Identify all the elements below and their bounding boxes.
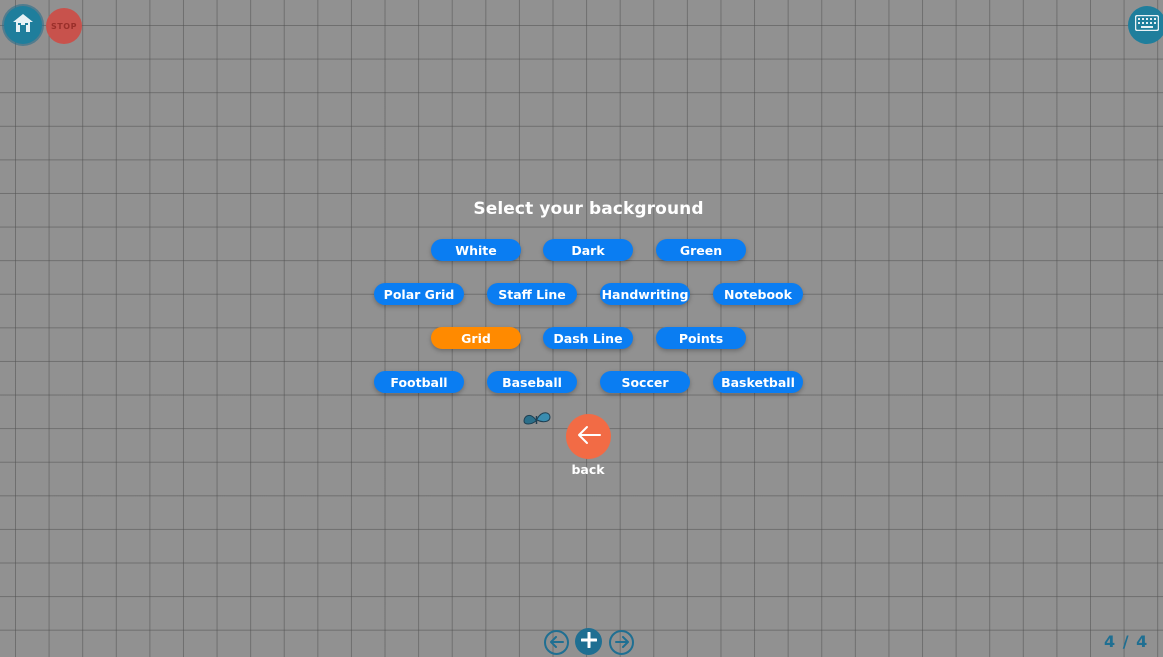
arrow-right-icon	[614, 633, 629, 652]
back-button[interactable]	[566, 414, 611, 459]
bg-option-notebook[interactable]: Notebook	[713, 283, 803, 305]
page-counter: 4 / 4	[1104, 632, 1149, 651]
bg-option-handwriting[interactable]: Handwriting	[600, 283, 690, 305]
bg-option-points[interactable]: Points	[656, 327, 746, 349]
dialog-title: Select your background	[473, 199, 704, 219]
next-page-button[interactable]	[609, 630, 634, 655]
prev-page-button[interactable]	[544, 630, 569, 655]
bg-option-white[interactable]: White	[431, 239, 521, 261]
bg-option-dark[interactable]: Dark	[543, 239, 633, 261]
bg-option-basketball[interactable]: Basketball	[713, 371, 803, 393]
bg-option-grid[interactable]: Grid	[431, 327, 521, 349]
arrow-left-icon	[576, 425, 602, 449]
add-page-button[interactable]	[575, 628, 602, 655]
bg-option-staff-line[interactable]: Staff Line	[487, 283, 577, 305]
background-selector: Select your background White Dark Green …	[0, 0, 1163, 657]
arrow-left-icon	[549, 633, 564, 652]
bg-option-green[interactable]: Green	[656, 239, 746, 261]
butterfly-icon	[522, 410, 552, 428]
plus-icon	[580, 631, 597, 652]
back-label: back	[571, 462, 605, 477]
bg-option-baseball[interactable]: Baseball	[487, 371, 577, 393]
bg-option-polar-grid[interactable]: Polar Grid	[374, 283, 464, 305]
bg-option-soccer[interactable]: Soccer	[600, 371, 690, 393]
bg-option-dash-line[interactable]: Dash Line	[543, 327, 633, 349]
bg-option-football[interactable]: Football	[374, 371, 464, 393]
